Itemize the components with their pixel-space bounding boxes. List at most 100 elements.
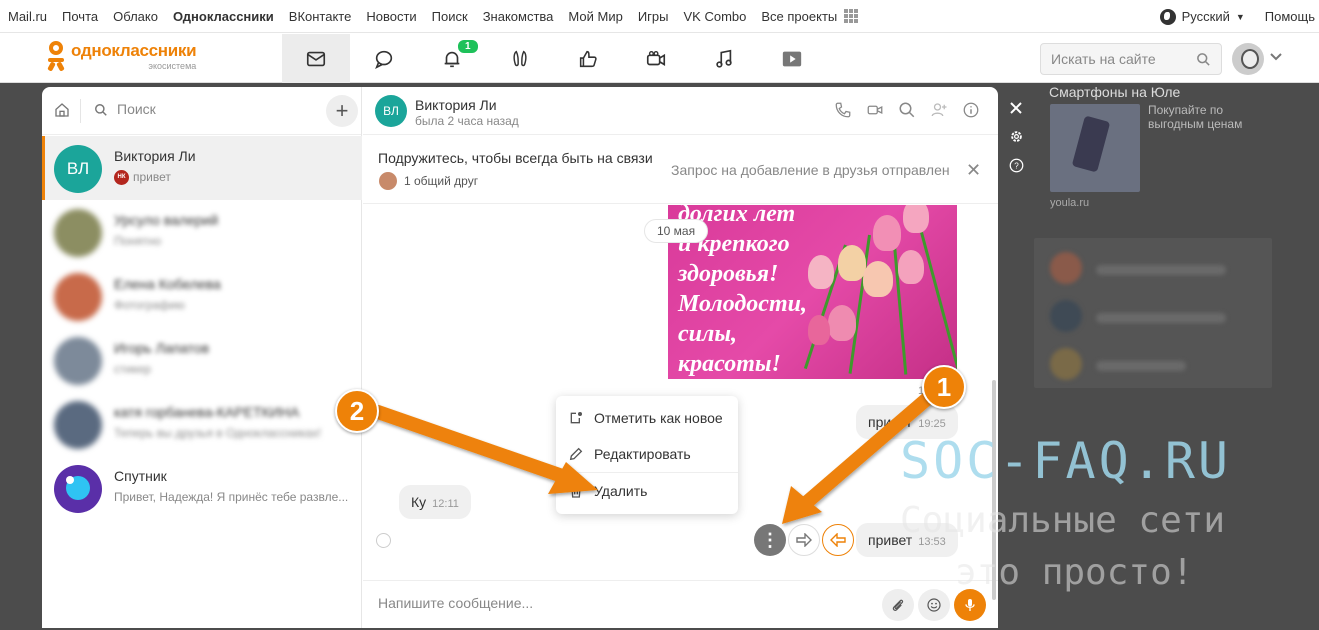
chat-item[interactable]: ВЛ Виктория Ли НК привет	[42, 136, 362, 200]
emoji-button[interactable]	[918, 589, 950, 621]
message-input[interactable]	[378, 595, 858, 611]
message-context-menu: Отметить как новое Редактировать Удалить	[556, 396, 738, 514]
forward-button[interactable]	[788, 524, 820, 556]
chat-search-input[interactable]	[117, 101, 307, 117]
nav-discussions[interactable]	[350, 34, 418, 83]
home-icon[interactable]	[54, 102, 70, 118]
chat-item[interactable]: Игорь Лапатов стикер	[42, 328, 362, 392]
chat-item[interactable]: Спутник Привет, Надежда! Я принёс тебе р…	[42, 456, 362, 520]
close-icon[interactable]: ✕	[966, 160, 981, 181]
message-composer	[363, 580, 998, 628]
portal-link-mail[interactable]: Почта	[62, 9, 98, 24]
mutual-friend-avatar[interactable]	[379, 172, 397, 190]
chat-preview: Фотографию	[114, 298, 185, 312]
mutual-friends[interactable]: 1 общий друг	[404, 174, 478, 188]
ok-logo[interactable]: одноклассники экосистема	[47, 41, 197, 72]
video-call-icon[interactable]	[866, 101, 884, 119]
portal-link-vkcombo[interactable]: VK Combo	[684, 9, 747, 24]
language-selector[interactable]: Русский ▼	[1159, 8, 1245, 25]
close-icon[interactable]	[1009, 101, 1023, 115]
ok-logo-icon	[47, 41, 65, 72]
message-more-button[interactable]: ⋮	[754, 524, 786, 556]
menu-item-edit[interactable]: Редактировать	[556, 436, 738, 472]
smile-icon	[927, 598, 941, 612]
discussions-icon	[375, 50, 393, 69]
portal-link-all-projects[interactable]: Все проекты	[761, 9, 837, 24]
add-user-icon[interactable]	[930, 101, 948, 119]
friend-name	[1096, 265, 1226, 275]
friend-avatar[interactable]	[1050, 252, 1082, 284]
chat-preview: Теперь вы друзья в Одноклассниках!	[114, 426, 322, 440]
portal-link-news[interactable]: Новости	[366, 9, 416, 24]
select-message-checkbox[interactable]	[376, 533, 391, 548]
messenger-window: + ВЛ Виктория Ли НКпривет Урсуло валерий…	[42, 87, 998, 628]
portal-link-cloud[interactable]: Облако	[113, 9, 158, 24]
site-search-input[interactable]	[1051, 51, 1181, 67]
annotation-step-1: 1	[922, 365, 966, 409]
menu-item-mark-new[interactable]: Отметить как новое	[556, 400, 738, 436]
messenger-side-controls: ?	[1006, 101, 1026, 173]
ad-title[interactable]: Смартфоны на Юле	[1049, 84, 1180, 100]
svg-text:?: ?	[1014, 162, 1019, 171]
nav-video-calls[interactable]	[622, 34, 690, 83]
contact-avatar[interactable]: ВЛ	[375, 95, 407, 127]
portal-link-myworld[interactable]: Мой Мир	[568, 9, 622, 24]
portal-link-vk[interactable]: ВКонтакте	[289, 9, 352, 24]
nav-notifications[interactable]: 1	[418, 34, 486, 83]
site-search	[1040, 43, 1222, 75]
ad-source[interactable]: youla.ru	[1050, 197, 1089, 209]
friend-avatar[interactable]	[1050, 348, 1082, 380]
apps-grid-icon[interactable]	[844, 9, 859, 23]
friend-request-sent: Запрос на добавление в друзья отправлен	[671, 162, 950, 178]
microphone-icon	[965, 599, 975, 611]
chat-preview: НК привет	[114, 170, 171, 186]
chat-name: Игорь Лапатов	[114, 340, 210, 356]
chat-item[interactable]: катя горбанева-КАРЕТКИНА Теперь вы друзь…	[42, 392, 362, 456]
help-link[interactable]: Помощь	[1265, 9, 1315, 24]
help-icon[interactable]: ?	[1009, 158, 1024, 173]
conversation-panel: ВЛ Виктория Ли была 2 часа назад Подружи…	[363, 87, 998, 628]
info-icon[interactable]	[962, 101, 980, 119]
portal-link-mailru[interactable]: Mail.ru	[8, 9, 47, 24]
nav-video[interactable]	[758, 34, 826, 83]
voice-message-button[interactable]	[954, 589, 986, 621]
watermark-slogan: Социальные сети	[900, 500, 1226, 541]
mark-new-icon	[570, 412, 582, 424]
friend-name	[1096, 313, 1226, 323]
ok-header: одноклассники экосистема 1	[0, 34, 1319, 83]
reply-button[interactable]	[822, 524, 854, 556]
nav-messages[interactable]	[282, 34, 350, 83]
search-icon[interactable]	[1196, 52, 1211, 67]
more-vertical-icon: ⋮	[761, 529, 779, 550]
portal-links: Mail.ru Почта Облако Одноклассники ВКонт…	[0, 9, 873, 24]
greeting-card-image[interactable]: долгих лет и крепкого здоровья! Молодост…	[668, 205, 957, 379]
friend-avatar[interactable]	[1050, 300, 1082, 332]
chat-item[interactable]: Урсуло валерий Понятно	[42, 200, 362, 264]
message-bubble[interactable]: Ку 12:11	[399, 485, 471, 519]
nav-music[interactable]	[690, 34, 758, 83]
portal-link-games[interactable]: Игры	[638, 9, 669, 24]
chevron-down-icon[interactable]	[1270, 52, 1282, 62]
portal-link-dating[interactable]: Знакомства	[483, 9, 554, 24]
chat-item[interactable]: Елена Кобелева Фотографию	[42, 264, 362, 328]
contact-name[interactable]: Виктория Ли	[415, 97, 497, 113]
chat-avatar	[54, 209, 102, 257]
language-label: Русский	[1181, 9, 1230, 24]
video-icon	[782, 51, 802, 66]
attach-button[interactable]	[882, 589, 914, 621]
reply-icon	[830, 533, 846, 547]
portal-link-search[interactable]: Поиск	[432, 9, 468, 24]
menu-item-delete[interactable]: Удалить	[556, 473, 738, 509]
search-icon[interactable]	[898, 101, 916, 119]
ad-image[interactable]	[1050, 104, 1140, 192]
main-nav: 1	[282, 34, 826, 83]
user-avatar[interactable]	[1232, 43, 1264, 75]
new-chat-button[interactable]: +	[326, 95, 358, 127]
phone-icon[interactable]	[834, 101, 852, 119]
nav-guests[interactable]	[486, 34, 554, 83]
search-icon	[95, 104, 107, 116]
gear-icon[interactable]	[1009, 129, 1024, 144]
portal-link-ok[interactable]: Одноклассники	[173, 9, 274, 24]
watermark-domain: SOC-FAQ.RU	[900, 432, 1232, 490]
nav-events[interactable]	[554, 34, 622, 83]
